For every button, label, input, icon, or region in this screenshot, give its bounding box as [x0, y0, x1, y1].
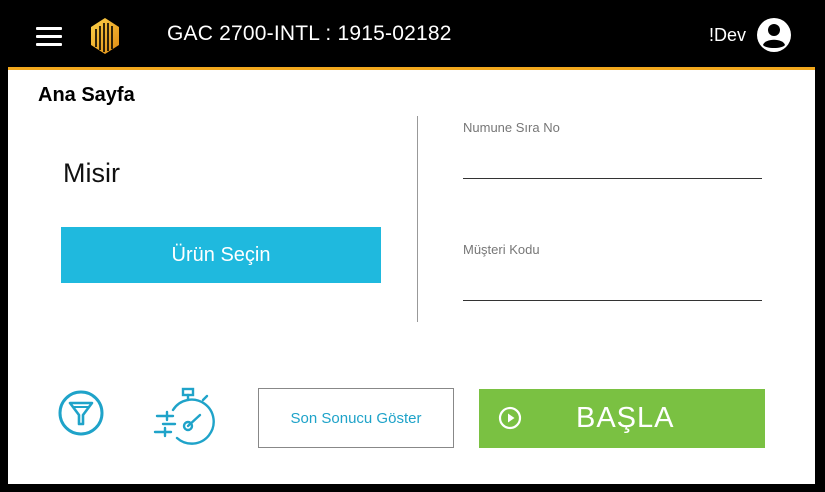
- user-label: !Dev: [709, 25, 747, 45]
- top-bar: GAC 2700-INTL : 1915-02182 !Dev: [8, 8, 815, 70]
- show-last-result-button[interactable]: Son Sonucu Göster: [258, 388, 454, 448]
- user-account-icon[interactable]: [756, 17, 792, 53]
- customer-code-label: Müşteri Kodu: [463, 242, 540, 257]
- sample-no-label: Numune Sıra No: [463, 120, 560, 135]
- vertical-divider: [417, 116, 418, 322]
- select-product-button[interactable]: Ürün Seçin: [61, 227, 381, 283]
- device-frame: GAC 2700-INTL : 1915-02182 !Dev Ana Sayf…: [0, 0, 825, 492]
- page-title: Ana Sayfa: [38, 84, 135, 106]
- product-name: Misir: [63, 158, 120, 188]
- start-label: BAŞLA: [576, 402, 675, 434]
- hamburger-menu-icon[interactable]: [36, 27, 62, 47]
- customer-code-field-group: Müşteri Kodu: [463, 242, 762, 302]
- start-button[interactable]: BAŞLA: [479, 389, 765, 448]
- device-title: GAC 2700-INTL : 1915-02182: [167, 22, 452, 45]
- customer-code-input[interactable]: [463, 274, 762, 301]
- play-circle-icon: [498, 406, 522, 430]
- sample-no-input[interactable]: [463, 152, 762, 179]
- funnel-icon[interactable]: [57, 389, 105, 437]
- stopwatch-icon[interactable]: [151, 386, 215, 446]
- app-screen: GAC 2700-INTL : 1915-02182 !Dev Ana Sayf…: [8, 8, 815, 484]
- sample-no-field-group: Numune Sıra No: [463, 120, 762, 180]
- brand-logo-icon: [91, 18, 119, 54]
